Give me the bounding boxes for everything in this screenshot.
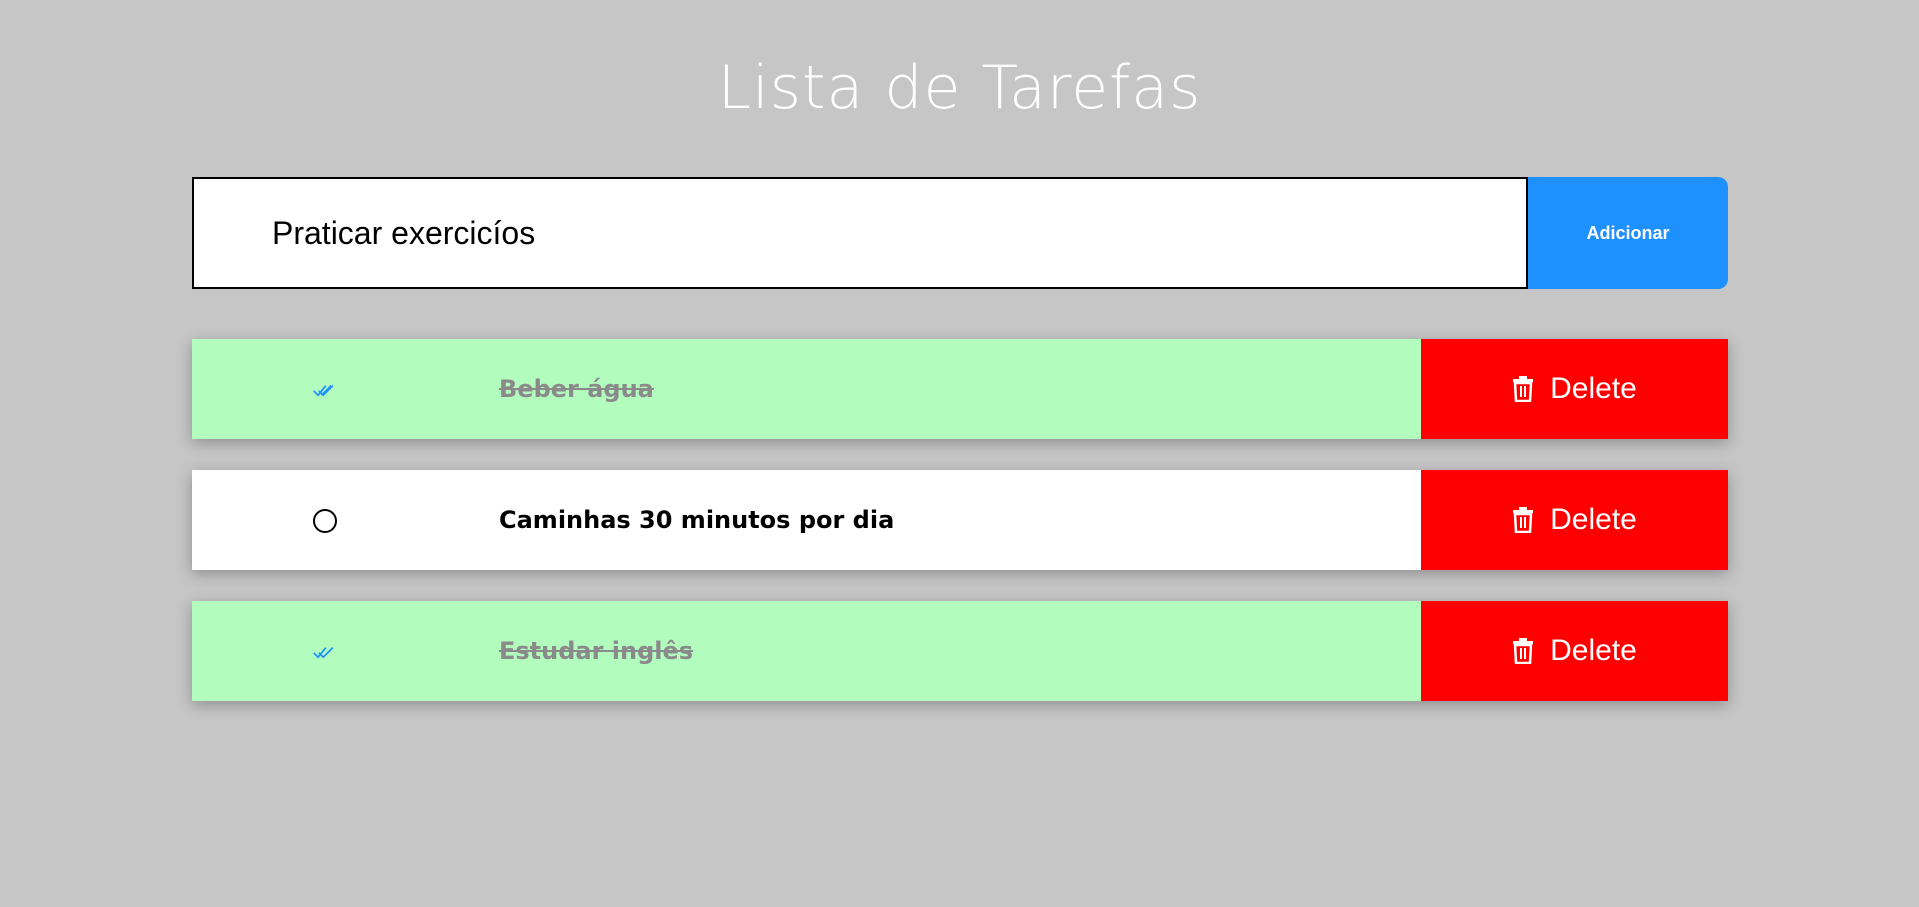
trash-icon: [1512, 376, 1534, 402]
task-text: Caminhas 30 minutos por dia: [499, 506, 895, 534]
delete-button[interactable]: Delete: [1421, 601, 1728, 701]
task-toggle[interactable]: Estudar inglês: [192, 601, 1421, 701]
task-list: Beber água Delete Caminhas 30 minutos po…: [192, 339, 1728, 732]
task-input[interactable]: [192, 177, 1528, 289]
delete-label: Delete: [1550, 634, 1637, 667]
double-check-icon[interactable]: [312, 639, 338, 665]
task-text: Beber água: [499, 375, 654, 403]
add-task-form: Adicionar: [192, 177, 1728, 289]
task-item: Beber água Delete: [192, 339, 1728, 439]
circle-icon[interactable]: [312, 508, 338, 534]
task-toggle[interactable]: Caminhas 30 minutos por dia: [192, 470, 1421, 570]
trash-icon: [1512, 638, 1534, 664]
task-toggle[interactable]: Beber água: [192, 339, 1421, 439]
delete-label: Delete: [1550, 503, 1637, 536]
double-check-icon[interactable]: [312, 377, 338, 403]
delete-label: Delete: [1550, 372, 1637, 405]
task-text: Estudar inglês: [499, 637, 694, 665]
task-item: Estudar inglês Delete: [192, 601, 1728, 701]
delete-button[interactable]: Delete: [1421, 470, 1728, 570]
trash-icon: [1512, 507, 1534, 533]
delete-button[interactable]: Delete: [1421, 339, 1728, 439]
add-button[interactable]: Adicionar: [1528, 177, 1728, 289]
task-item: Caminhas 30 minutos por dia Delete: [192, 470, 1728, 570]
page-title: Lista de Tarefas: [717, 53, 1202, 123]
